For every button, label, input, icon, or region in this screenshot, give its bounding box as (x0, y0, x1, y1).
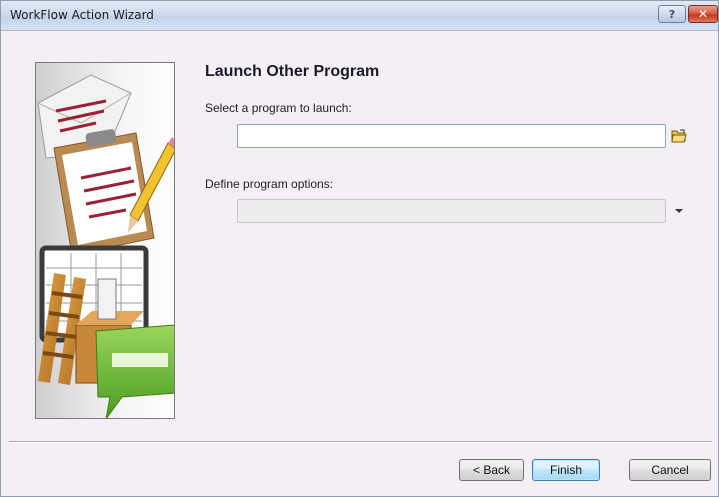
window-title: WorkFlow Action Wizard (10, 8, 154, 22)
page-title: Launch Other Program (205, 63, 380, 80)
program-path-input[interactable] (237, 124, 666, 148)
wizard-illustration (35, 62, 175, 419)
help-icon: ? (668, 7, 676, 21)
close-button[interactable]: ✕ (688, 5, 718, 23)
browse-button[interactable] (668, 124, 690, 148)
program-options-input[interactable] (237, 199, 666, 223)
footer-separator (9, 441, 712, 443)
close-icon: ✕ (697, 7, 709, 21)
dropdown-arrow-icon (675, 209, 683, 213)
wizard-window: WorkFlow Action Wizard ? ✕ Launch Other … (0, 0, 719, 497)
back-button[interactable]: < Back (459, 459, 524, 481)
options-dropdown-button[interactable] (672, 199, 686, 223)
options-label: Define program options: (205, 177, 334, 191)
help-button[interactable]: ? (658, 5, 686, 23)
finish-button[interactable]: Finish (532, 459, 600, 481)
folder-open-icon (671, 129, 687, 143)
cancel-button[interactable]: Cancel (629, 459, 711, 481)
program-label: Select a program to launch: (205, 101, 352, 115)
title-bar[interactable]: WorkFlow Action Wizard ? ✕ (1, 1, 718, 31)
